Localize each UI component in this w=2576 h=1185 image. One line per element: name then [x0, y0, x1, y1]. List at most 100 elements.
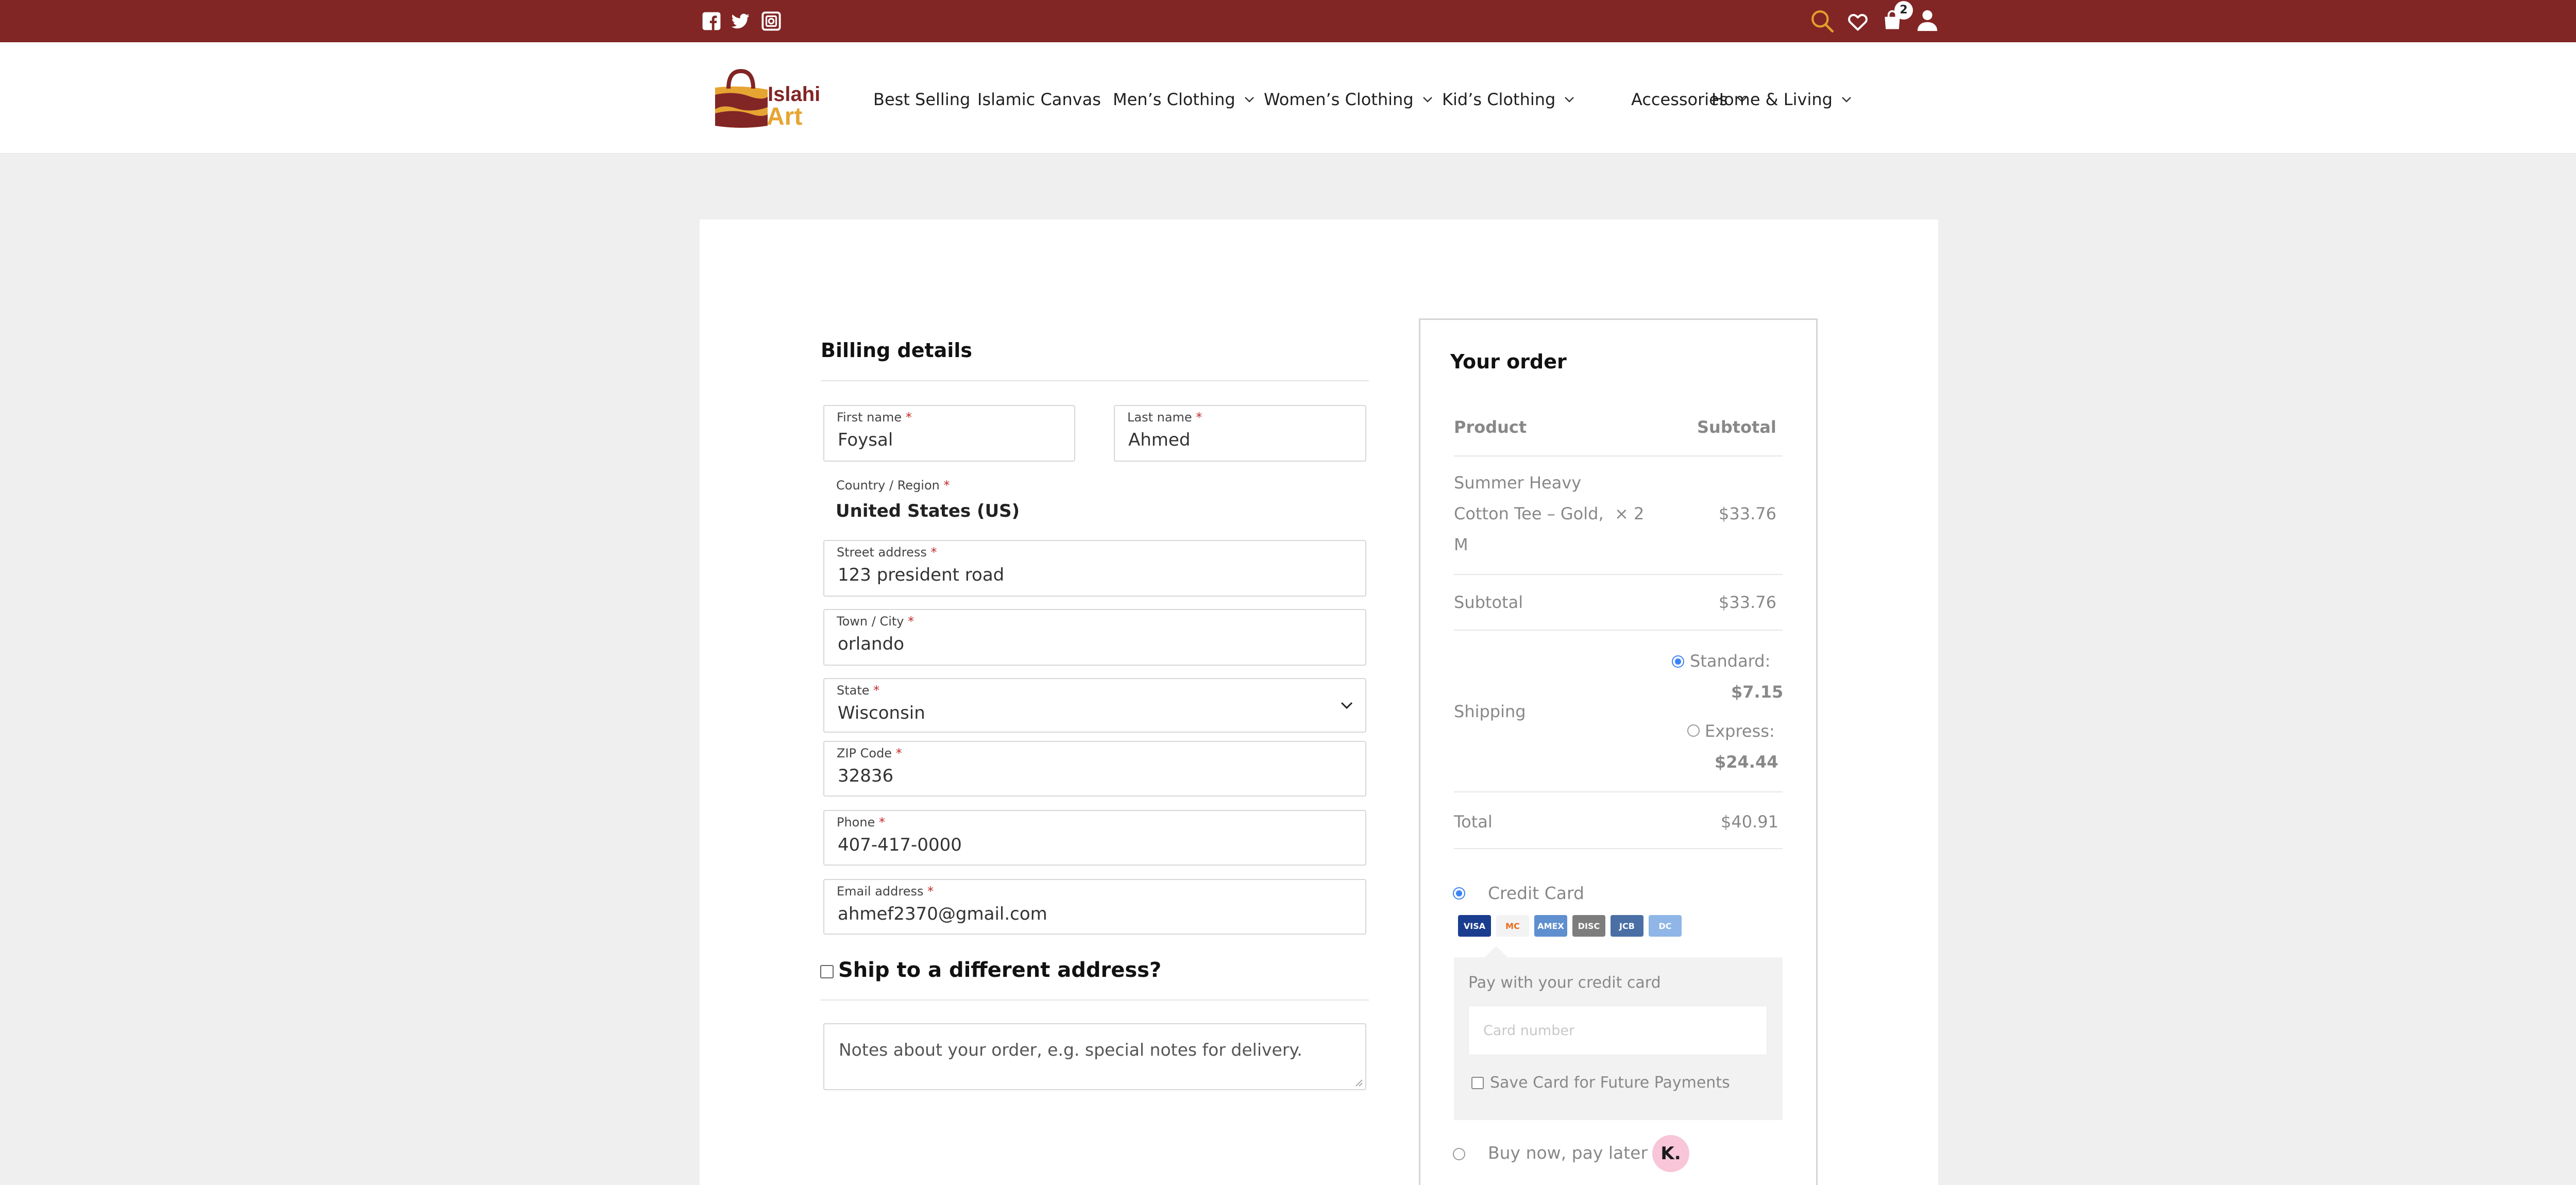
divider — [821, 1000, 1369, 1001]
svg-text:Art: Art — [767, 103, 802, 130]
search-icon[interactable] — [1809, 8, 1835, 34]
last-name-value: Ahmed — [1128, 430, 1191, 450]
subtotal-label: Subtotal — [1454, 592, 1523, 612]
shipping-standard-label[interactable]: Standard: — [1690, 651, 1770, 671]
svg-text:Islahi: Islahi — [768, 83, 819, 106]
chevron-down-icon — [1565, 97, 1574, 103]
state-label: State — [837, 683, 870, 698]
first-name-field[interactable]: First name * Foysal — [823, 405, 1075, 462]
item-quantity: × 2 — [1615, 504, 1645, 523]
pay-with-card-label: Pay with your credit card — [1468, 974, 1661, 992]
discover-icon: DISC — [1572, 915, 1605, 937]
amex-icon: AMEX — [1534, 915, 1567, 937]
top-bar: 2 — [0, 0, 2576, 42]
mastercard-icon: MC — [1496, 915, 1529, 937]
item-price: $33.76 — [1719, 504, 1776, 523]
country-label: Country / Region * — [836, 478, 950, 493]
item-name-line-2: Cotton Tee – Gold, — [1454, 504, 1604, 523]
city-label: Town / City — [837, 614, 904, 629]
shipping-label: Shipping — [1454, 702, 1526, 721]
card-number-placeholder: Card number — [1483, 1023, 1575, 1039]
jcb-icon: JCB — [1611, 915, 1643, 937]
ship-different-checkbox[interactable] — [820, 965, 834, 978]
state-select[interactable]: State * Wisconsin — [823, 678, 1366, 733]
divider — [1454, 791, 1783, 792]
item-name-line-3: M — [1454, 535, 1468, 554]
phone-value: 407-417-0000 — [838, 835, 962, 855]
divider — [1454, 630, 1783, 631]
save-card-label[interactable]: Save Card for Future Payments — [1490, 1074, 1730, 1092]
last-name-label: Last name — [1127, 410, 1192, 425]
chevron-down-icon — [1422, 97, 1432, 103]
street-address-field[interactable]: Street address * 123 president road — [823, 540, 1366, 597]
shipping-express-radio[interactable] — [1687, 724, 1700, 737]
city-field[interactable]: Town / City * orlando — [823, 609, 1366, 666]
shipping-express-label[interactable]: Express: — [1705, 721, 1775, 741]
street-address-label: Street address — [837, 545, 927, 560]
billing-title: Billing details — [821, 339, 972, 362]
divider — [1454, 848, 1783, 849]
visa-icon: VISA — [1458, 915, 1491, 937]
column-subtotal: Subtotal — [1697, 417, 1776, 437]
facebook-icon[interactable] — [702, 11, 721, 31]
ship-different-label[interactable]: Ship to a different address? — [838, 958, 1161, 982]
zip-code-field[interactable]: ZIP Code * 32836 — [823, 741, 1366, 797]
phone-field[interactable]: Phone * 407-417-0000 — [823, 810, 1366, 866]
credit-card-radio[interactable] — [1453, 887, 1465, 900]
country-value: United States (US) — [836, 501, 1020, 521]
diners-club-icon: DC — [1649, 915, 1682, 937]
city-value: orlando — [838, 634, 904, 654]
required-mark: * — [905, 410, 912, 425]
klarna-icon: K. — [1652, 1135, 1689, 1172]
nav-womens-clothing[interactable]: Women’s Clothing — [1264, 87, 1433, 112]
shipping-standard-radio[interactable] — [1672, 655, 1684, 668]
chevron-down-icon — [1341, 702, 1353, 709]
state-value: Wisconsin — [838, 703, 925, 723]
total-label: Total — [1454, 812, 1493, 832]
user-icon[interactable] — [1916, 8, 1939, 32]
instagram-icon[interactable] — [761, 11, 781, 31]
card-number-input[interactable]: Card number — [1468, 1006, 1767, 1055]
order-notes-placeholder: Notes about your order, e.g. special not… — [839, 1040, 1302, 1060]
email-label: Email address — [837, 884, 924, 899]
shipping-express-price: $24.44 — [1715, 752, 1778, 772]
twitter-icon[interactable] — [731, 11, 750, 31]
divider — [1454, 574, 1783, 575]
cart-count-badge: 2 — [1894, 1, 1913, 20]
islahi-art-logo[interactable]: Islahi Art — [710, 64, 819, 131]
divider — [821, 380, 1369, 381]
zip-code-value: 32836 — [838, 766, 894, 786]
credit-card-label[interactable]: Credit Card — [1488, 883, 1584, 903]
nav-best-selling[interactable]: Best Selling — [873, 87, 970, 112]
buy-now-pay-later-label[interactable]: Buy now, pay later — [1488, 1143, 1648, 1163]
required-mark: * — [1196, 410, 1202, 425]
divider — [1454, 455, 1783, 456]
nav-mens-clothing[interactable]: Men’s Clothing — [1113, 87, 1255, 112]
item-name-line-1: Summer Heavy — [1454, 473, 1582, 493]
first-name-value: Foysal — [838, 430, 893, 450]
email-value: ahmef2370@gmail.com — [838, 904, 1047, 924]
email-field[interactable]: Email address * ahmef2370@gmail.com — [823, 879, 1366, 935]
chevron-down-icon — [1244, 97, 1254, 103]
shipping-standard-price: $7.15 — [1731, 682, 1784, 702]
buy-now-pay-later-radio[interactable] — [1453, 1148, 1465, 1160]
heart-icon[interactable] — [1846, 10, 1869, 33]
order-title: Your order — [1450, 350, 1567, 373]
chevron-down-icon — [1842, 97, 1851, 103]
first-name-label: First name — [837, 410, 902, 425]
resize-handle-icon[interactable] — [1354, 1078, 1363, 1087]
nav-islamic-canvas[interactable]: Islamic Canvas — [977, 87, 1101, 112]
zip-code-label: ZIP Code — [837, 746, 892, 760]
total-value: $40.91 — [1721, 812, 1778, 832]
order-notes-textarea[interactable]: Notes about your order, e.g. special not… — [823, 1023, 1366, 1090]
phone-label: Phone — [837, 815, 875, 830]
street-address-value: 123 president road — [838, 565, 1005, 585]
column-product: Product — [1454, 417, 1527, 437]
site-header: Islahi Art Best Selling Islamic Canvas M… — [0, 42, 2576, 154]
subtotal-value: $33.76 — [1719, 592, 1776, 612]
last-name-field[interactable]: Last name * Ahmed — [1114, 405, 1366, 462]
nav-kids-clothing[interactable]: Kid’s Clothing — [1442, 87, 1575, 112]
save-card-checkbox[interactable] — [1471, 1077, 1484, 1089]
payment-box-pointer — [1485, 946, 1507, 957]
nav-home-living[interactable]: Home & Living — [1711, 87, 1852, 112]
